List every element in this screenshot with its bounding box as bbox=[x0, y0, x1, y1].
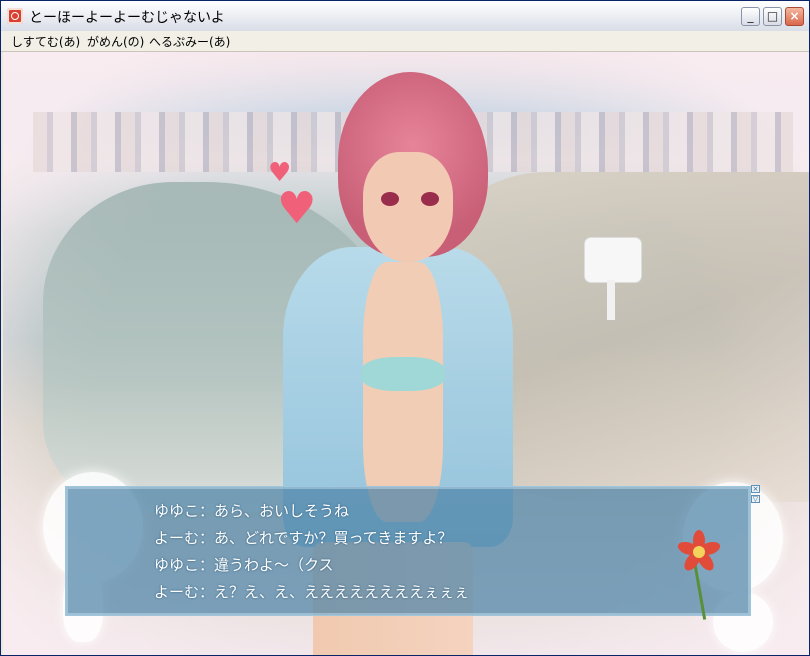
minimize-button[interactable]: _ bbox=[741, 7, 760, 26]
close-button[interactable]: × bbox=[785, 7, 804, 26]
title-bar[interactable]: とーほーよーよーむじゃないよ _ □ × bbox=[1, 1, 809, 32]
dialog-scroll-button[interactable]: ▽ bbox=[751, 495, 760, 503]
dialog-line: よーむ：あ、どれですか？買ってきますよ？ bbox=[154, 529, 453, 547]
character-eye-left bbox=[381, 192, 399, 206]
dialog-controls: × ▽ bbox=[751, 485, 761, 505]
menu-screen[interactable]: がめん(の) bbox=[87, 33, 144, 50]
dialog-line: ゆゆこ：あら、おいしそうね bbox=[154, 502, 350, 520]
menu-bar: しすてむ(あ) がめん(の) へるぷみー(あ) bbox=[1, 31, 809, 52]
character-eye-right bbox=[421, 192, 439, 206]
character-torso bbox=[363, 262, 443, 522]
dialog-line: よーむ：え？え、え、ええええええええぇぇぇ bbox=[154, 583, 470, 601]
maximize-button[interactable]: □ bbox=[763, 7, 782, 26]
menu-help[interactable]: へるぷみー(あ) bbox=[149, 33, 230, 50]
character-face bbox=[363, 152, 453, 262]
game-scene[interactable]: ♥ ♥ ゆゆこ：あら、おいしそうね よーむ：あ、どれですか？買ってきますよ？ ゆ… bbox=[3, 52, 809, 655]
beach-sign-post bbox=[607, 280, 615, 320]
app-window: とーほーよーよーむじゃないよ _ □ × しすてむ(あ) がめん(の) へるぷみ… bbox=[0, 0, 810, 656]
window-title: とーほーよーよーむじゃないよ bbox=[29, 10, 225, 26]
app-icon[interactable] bbox=[7, 8, 23, 24]
flower-icon bbox=[676, 530, 722, 620]
dialog-close-button[interactable]: × bbox=[751, 485, 760, 493]
dialog-box[interactable]: ゆゆこ：あら、おいしそうね よーむ：あ、どれですか？買ってきますよ？ ゆゆこ：違… bbox=[65, 486, 751, 616]
beach-sign bbox=[585, 238, 641, 282]
dialog-line: ゆゆこ：違うわよ～（クス bbox=[154, 556, 334, 574]
heart-icon-large: ♥ bbox=[277, 183, 317, 234]
menu-system[interactable]: しすてむ(あ) bbox=[11, 33, 80, 50]
character-swimsuit bbox=[361, 357, 445, 391]
